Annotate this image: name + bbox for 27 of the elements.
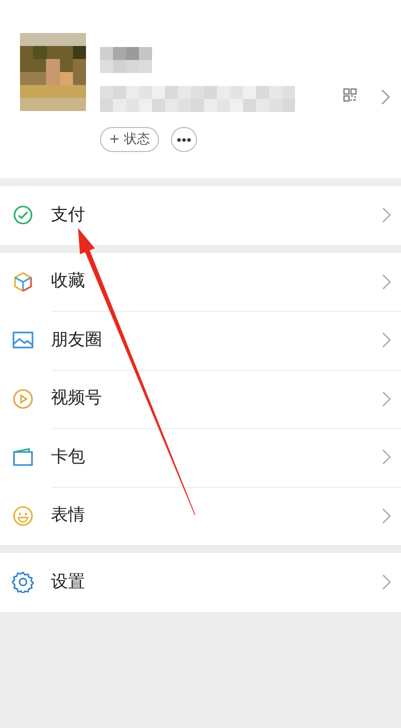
chevron-icon bbox=[382, 332, 391, 348]
qr-code-icon[interactable] bbox=[343, 88, 357, 102]
card-icon bbox=[12, 446, 34, 468]
menu-label: 设置 bbox=[51, 570, 86, 594]
chevron-icon bbox=[382, 508, 391, 524]
menu-label: 表情 bbox=[51, 504, 86, 527]
chevron-icon bbox=[382, 274, 391, 290]
chevron-icon[interactable] bbox=[381, 89, 390, 105]
more-icon bbox=[177, 138, 191, 142]
menu-label: 卡包 bbox=[51, 446, 86, 468]
smiley-icon bbox=[12, 504, 34, 527]
more-button[interactable] bbox=[171, 127, 197, 152]
cube-icon bbox=[12, 270, 34, 293]
menu-label: 视频号 bbox=[51, 387, 103, 410]
menu-label: 支付 bbox=[51, 204, 86, 226]
chevron-icon bbox=[382, 574, 391, 590]
image-icon bbox=[12, 329, 34, 352]
blurred-name bbox=[100, 47, 152, 73]
status-button[interactable]: + 状态 bbox=[100, 127, 160, 152]
wallet-check-icon bbox=[12, 204, 34, 226]
chevron-icon bbox=[382, 449, 391, 466]
play-icon bbox=[12, 388, 34, 410]
chevron-icon bbox=[382, 207, 391, 224]
settings-icon bbox=[12, 571, 34, 594]
menu-label: 朋友圈 bbox=[51, 328, 103, 352]
chevron-icon bbox=[382, 390, 391, 407]
menu-label: 收藏 bbox=[51, 270, 86, 293]
